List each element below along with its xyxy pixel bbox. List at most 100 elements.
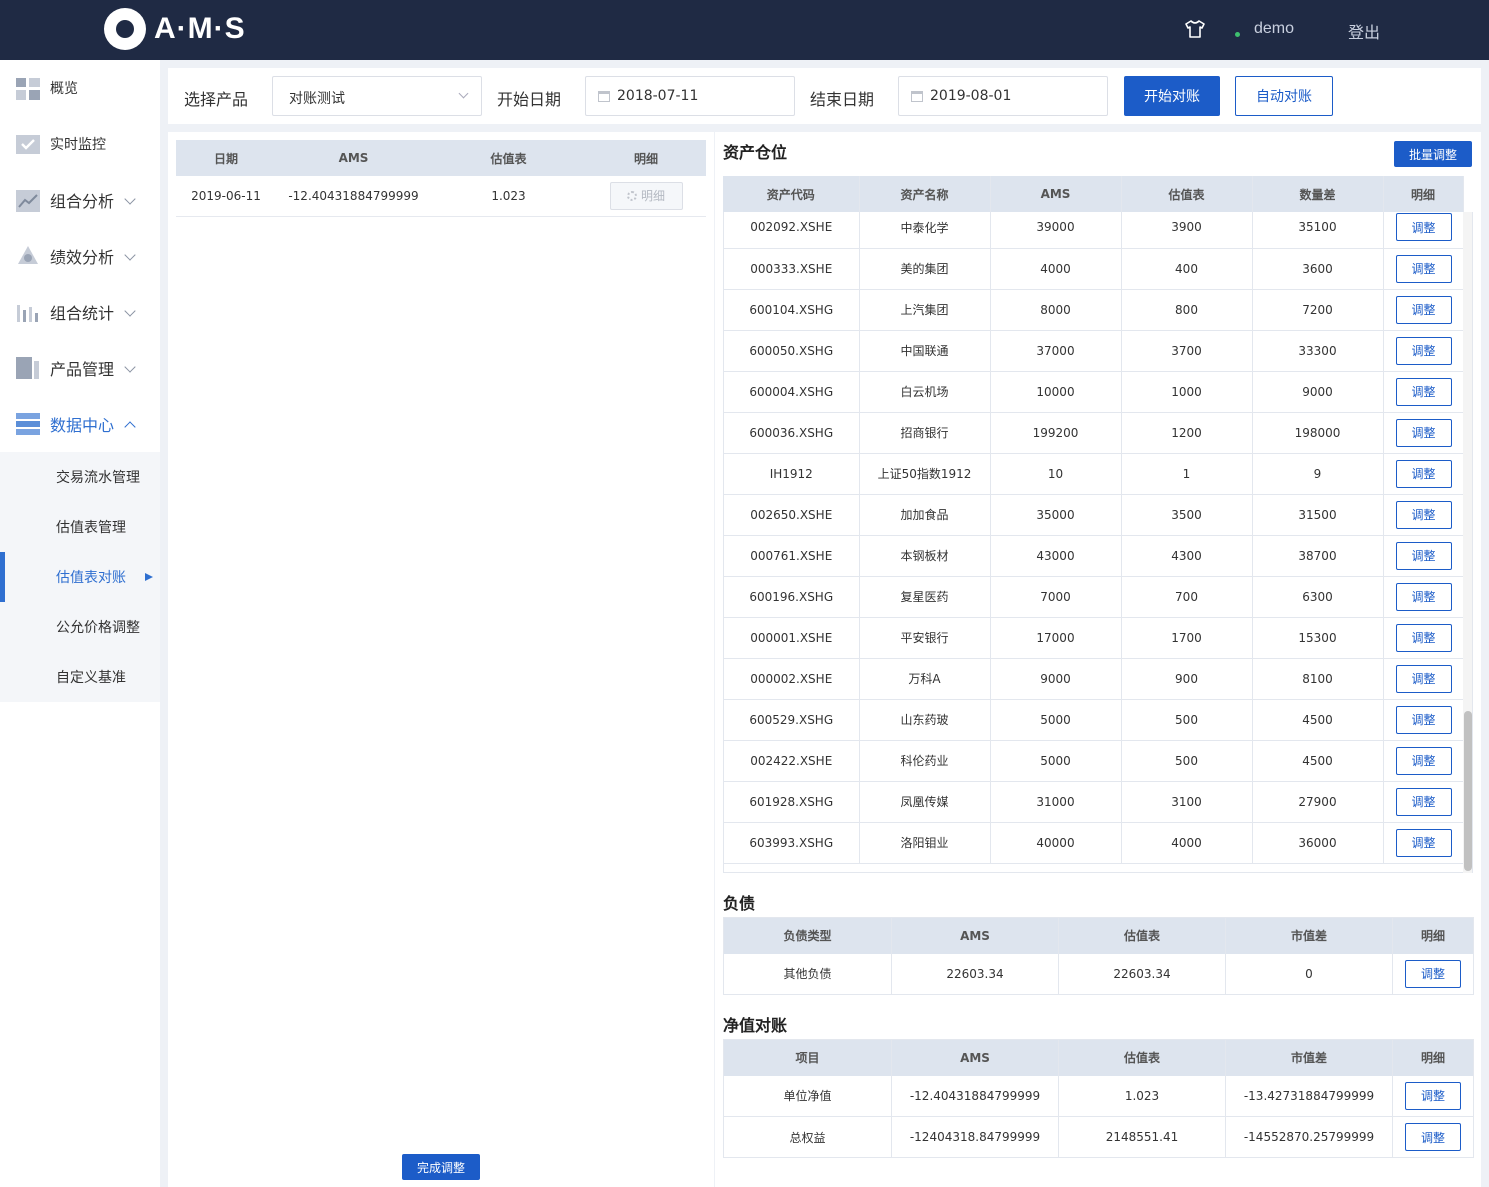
adjust-button[interactable]: 调整 <box>1395 541 1452 570</box>
start-date-input[interactable]: 2018-07-11 <box>585 76 795 116</box>
asset-table-body[interactable]: 002092.XSHE 中泰化学 39000 3900 35100 调整 000333.XS… <box>723 212 1463 873</box>
detail-button[interactable]: 明细 <box>609 181 683 210</box>
adjust-button[interactable]: 调整 <box>1395 295 1452 324</box>
submenu-item-label: 公允价格调整 <box>56 620 140 636</box>
sidebar-item-data-center[interactable]: 数据中心 <box>0 396 160 452</box>
table-row: 总权益 -12404318.84799999 2148551.41 -14552… <box>723 1116 1474 1158</box>
cell-detail: 调整 <box>1383 453 1463 495</box>
adjust-button[interactable]: 调整 <box>1395 418 1452 447</box>
cell-ams: 37000 <box>990 330 1122 372</box>
cell-asset-name: 美的集团 <box>859 248 991 290</box>
logout-link[interactable]: 登出 <box>1348 19 1380 43</box>
cell-detail: 调整 <box>1383 330 1463 372</box>
adjust-button[interactable]: 调整 <box>1405 1081 1461 1110</box>
cell-asset-code: 000761.XSHE <box>724 535 860 577</box>
column-header-detail: 明细 <box>1392 1039 1474 1076</box>
end-date-value: 2019-08-01 <box>930 88 1012 104</box>
table-row: 002092.XSHE 中泰化学 39000 3900 35100 调整 <box>724 212 1463 249</box>
table-row: 000002.XSHE 万科A 9000 900 8100 调整 <box>724 658 1463 700</box>
adjust-button[interactable]: 调整 <box>1395 828 1452 857</box>
adjust-button[interactable]: 调整 <box>1395 500 1452 529</box>
cell-ams: 8000 <box>990 289 1122 331</box>
adjust-button[interactable]: 调整 <box>1395 705 1452 734</box>
theme-shirt-icon[interactable] <box>1185 20 1205 38</box>
cell-ams: 40000 <box>990 822 1122 864</box>
scrollbar-thumb[interactable] <box>1464 711 1472 871</box>
cell-asset-name: 洛阳钼业 <box>859 822 991 864</box>
finish-adjustment-button[interactable]: 完成调整 <box>402 1154 480 1180</box>
submenu-item-valuation-management[interactable]: 估值表管理 <box>0 502 160 552</box>
cell-valuation: 1700 <box>1121 617 1253 659</box>
submenu-item-valuation-reconciliation[interactable]: 估值表对账 <box>0 552 160 602</box>
cell-asset-name: 上汽集团 <box>859 289 991 331</box>
cell-quantity-diff: 198000 <box>1252 412 1384 454</box>
sidebar-item-overview[interactable]: 概览 <box>0 60 160 116</box>
submenu-item-trade-flow[interactable]: 交易流水管理 <box>0 452 160 502</box>
cell-asset-name: 平安银行 <box>859 617 991 659</box>
table-row: 600196.XSHG 复星医药 7000 700 6300 调整 <box>724 576 1463 618</box>
cell-valuation: 500 <box>1121 740 1253 782</box>
adjust-button[interactable]: 调整 <box>1405 1123 1461 1151</box>
adjust-button[interactable]: 调整 <box>1405 959 1461 988</box>
sidebar-item-realtime-monitor[interactable]: 实时监控 <box>0 116 160 172</box>
cell-detail: 调整 <box>1392 1116 1474 1158</box>
cell-asset-code: 000002.XSHE <box>724 658 860 700</box>
adjust-button[interactable]: 调整 <box>1395 254 1452 283</box>
sidebar-item-portfolio-stats[interactable]: 组合统计 <box>0 284 160 340</box>
table-row: 600036.XSHG 招商银行 199200 1200 198000 调整 <box>724 412 1463 454</box>
sidebar-item-label: 概览 <box>50 81 78 97</box>
table-row: 其他负债 22603.34 22603.34 0 调整 <box>723 953 1474 995</box>
top-header: A·M·S demo 登出 <box>0 0 1489 60</box>
caret-right-icon <box>145 573 153 581</box>
end-date-input[interactable]: 2019-08-01 <box>898 76 1108 116</box>
auto-reconciliation-button[interactable]: 自动对账 <box>1235 76 1333 116</box>
adjust-button[interactable]: 调整 <box>1395 623 1452 652</box>
chevron-down-icon <box>458 88 469 99</box>
sidebar-item-performance-analysis[interactable]: 绩效分析 <box>0 228 160 284</box>
product-select[interactable]: 对账测试 <box>272 76 482 116</box>
adjust-button[interactable]: 调整 <box>1395 336 1452 365</box>
cell-asset-code: 600050.XSHG <box>724 330 860 372</box>
detail-button-label: 明细 <box>640 189 665 204</box>
batch-adjust-button[interactable]: 批量调整 <box>1394 141 1472 167</box>
cell-detail: 调整 <box>1392 953 1474 995</box>
logo-gear-icon <box>104 8 146 50</box>
cell-asset-code: 603993.XSHG <box>724 822 860 864</box>
reconciliation-list-panel <box>168 132 714 1187</box>
column-header-date: 日期 <box>176 140 276 176</box>
cell-valuation: 900 <box>1121 658 1253 700</box>
sidebar-item-product-management[interactable]: 产品管理 <box>0 340 160 396</box>
adjust-button[interactable]: 调整 <box>1395 377 1452 406</box>
cell-detail: 调整 <box>1383 289 1463 331</box>
adjust-button[interactable]: 调整 <box>1395 746 1452 775</box>
submenu-item-custom-benchmark[interactable]: 自定义基准 <box>0 652 160 702</box>
product-select-value: 对账测试 <box>289 91 345 107</box>
cell-quantity-diff: 9 <box>1252 453 1384 495</box>
adjust-button[interactable]: 调整 <box>1395 787 1452 816</box>
table-row[interactable]: 2019-06-11 -12.40431884799999 1.023 明细 <box>176 176 706 217</box>
table-row: 002422.XSHE 科伦药业 5000 500 4500 调整 <box>724 740 1463 782</box>
chevron-down-icon <box>124 249 136 261</box>
sidebar-item-portfolio-analysis[interactable]: 组合分析 <box>0 172 160 228</box>
user-name[interactable]: demo <box>1254 20 1294 38</box>
column-header-quantity-diff: 数量差 <box>1252 176 1384 212</box>
sidebar: 概览 实时监控 组合分析 绩效分析 组合统计 产品管理 数据中心 交易流水管理 … <box>0 60 160 1187</box>
adjust-button[interactable]: 调整 <box>1395 664 1452 693</box>
cell-valuation: 1000 <box>1121 371 1253 413</box>
cell-ams: 7000 <box>990 576 1122 618</box>
adjust-button[interactable]: 调整 <box>1395 582 1452 611</box>
cell-asset-code: 600004.XSHG <box>724 371 860 413</box>
adjust-button[interactable]: 调整 <box>1395 459 1452 488</box>
cell-detail: 调整 <box>1383 212 1463 249</box>
start-reconciliation-button[interactable]: 开始对账 <box>1124 76 1220 116</box>
cell-ams: 22603.34 <box>891 953 1059 995</box>
cell-valuation: 400 <box>1121 248 1253 290</box>
cell-quantity-diff: 8100 <box>1252 658 1384 700</box>
bar-chart-icon <box>17 305 38 322</box>
product-icon <box>16 357 39 379</box>
adjust-button[interactable]: 调整 <box>1395 213 1452 242</box>
ams-logo[interactable]: A·M·S <box>104 8 246 50</box>
cell-asset-code: 000333.XSHE <box>724 248 860 290</box>
submenu-item-fair-price-adjustment[interactable]: 公允价格调整 <box>0 602 160 652</box>
cell-ams: 9000 <box>990 658 1122 700</box>
